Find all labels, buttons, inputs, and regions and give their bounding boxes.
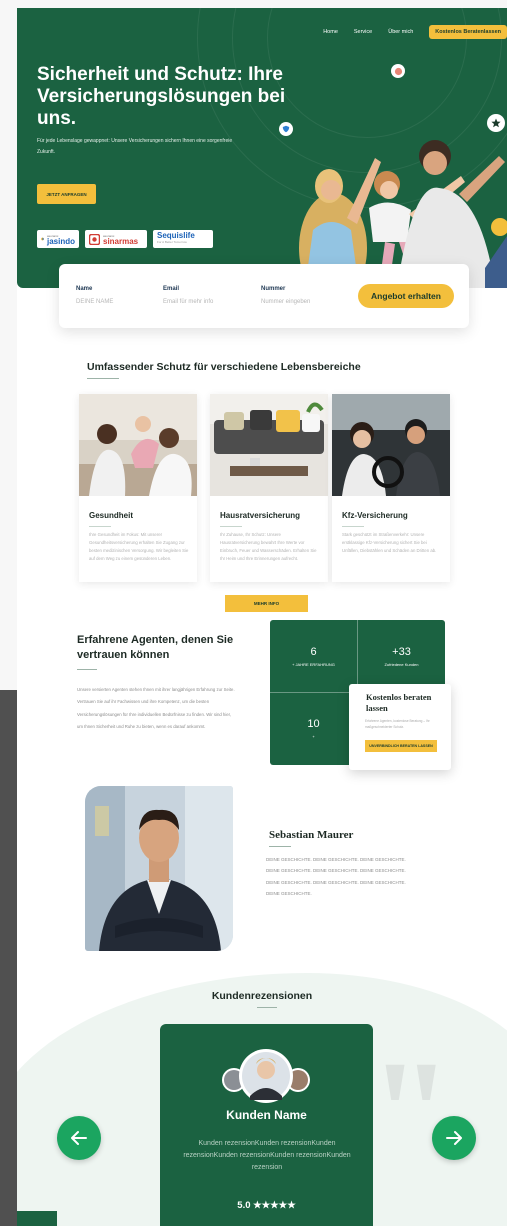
sinarmas-logo: asuransi sinarmas bbox=[85, 230, 147, 248]
hero-section: Home Service Über mich Kostenlos Beraten… bbox=[17, 8, 507, 288]
jasindo-mark-icon bbox=[41, 237, 44, 241]
name-input[interactable]: DEINE NAME bbox=[76, 299, 113, 305]
get-offer-button[interactable]: Angebot erhalten bbox=[358, 284, 454, 308]
name-underline bbox=[269, 846, 291, 847]
partner-logos: asuransi jasindo asuransi sinarmas Sequisl… bbox=[37, 230, 213, 248]
stat-experience: 6 + JAHRE ERFAHRUNG bbox=[270, 646, 357, 667]
nav-about[interactable]: Über mich bbox=[388, 29, 413, 35]
card-title: Hausratversicherung bbox=[220, 511, 301, 520]
agents-text: Unsere versierten Agenten stehen Ihnen m… bbox=[77, 687, 235, 729]
sequislife-logo: Sequislife For A Better Tomorrow bbox=[153, 230, 213, 248]
email-input[interactable]: Email für mehr info bbox=[163, 299, 213, 305]
number-field[interactable]: Nummer Nummer eingeben bbox=[261, 286, 310, 305]
title-underline bbox=[257, 1007, 277, 1008]
agent-portrait bbox=[85, 786, 233, 951]
card-text: Stark geschützt im Straßenverkehr: Unser… bbox=[342, 532, 437, 553]
reviewer-name: Kunden Name bbox=[226, 1108, 307, 1122]
stat-number: 10 bbox=[307, 718, 320, 730]
jasindo-logo: asuransi jasindo bbox=[37, 230, 79, 248]
consult-text: Erfahrene Agenten, kostenlose Beratung –… bbox=[365, 719, 430, 729]
star-badge-icon bbox=[487, 114, 505, 132]
card-title: Gesundheit bbox=[89, 511, 134, 520]
name-field[interactable]: Name DEINE NAME bbox=[76, 286, 113, 305]
stat-third: 10 + bbox=[270, 718, 357, 739]
service-card-health[interactable]: Gesundheit Ihre Gesundheit im Fokus: Mit… bbox=[79, 394, 197, 582]
stat-label: Zufriedene Kunden bbox=[384, 662, 419, 667]
next-review-button[interactable] bbox=[432, 1116, 476, 1160]
shield-icon bbox=[279, 122, 293, 136]
stat-number: +33 bbox=[392, 646, 411, 658]
card-title: Kfz-Versicherung bbox=[342, 511, 408, 520]
name-label: Name bbox=[76, 286, 93, 292]
sinarmas-mark-icon bbox=[89, 233, 100, 245]
stat-label: + bbox=[312, 734, 315, 739]
card-text: Ihr Zuhause, Ihr Schutz: Unsere Hausratv… bbox=[220, 532, 317, 561]
brain-icon bbox=[391, 64, 405, 78]
email-label: Email bbox=[163, 286, 180, 292]
car-photo bbox=[332, 394, 450, 496]
prev-review-button[interactable] bbox=[57, 1116, 101, 1160]
stat-label: + JAHRE ERFAHRUNG bbox=[292, 662, 335, 667]
landing-page: Home Service Über mich Kostenlos Beraten… bbox=[17, 8, 507, 1226]
top-nav: Home Service Über mich Kostenlos Beraten… bbox=[323, 25, 507, 39]
living-room-photo bbox=[210, 394, 328, 496]
health-photo bbox=[79, 394, 197, 496]
quote-form: Name DEINE NAME Email Email für mehr inf… bbox=[59, 264, 469, 328]
card-text: Ihre Gesundheit im Fokus: Mit unserer Ge… bbox=[89, 532, 189, 561]
card-divider bbox=[342, 526, 364, 527]
nav-cta-button[interactable]: Kostenlos Beratenlassen bbox=[429, 25, 507, 39]
agent-story: DEINE GESCHICHTE. DEINE GESCHICHTE. DEIN… bbox=[266, 857, 406, 896]
service-card-household[interactable]: Hausratversicherung Ihr Zuhause, Ihr Sch… bbox=[210, 394, 328, 582]
service-card-car[interactable]: Kfz-Versicherung Stark geschützt im Stra… bbox=[332, 394, 450, 582]
reviews-title: Kundenrezensionen bbox=[211, 990, 313, 1002]
agent-name: Sebastian Maurer bbox=[269, 829, 354, 841]
hero-subtitle: Für jede Lebenslage gewappnet: Unsere Ve… bbox=[37, 138, 233, 155]
review-card: Kunden Name Kunden rezensionKunden rezen… bbox=[160, 1024, 373, 1226]
email-field[interactable]: Email Email für mehr info bbox=[163, 286, 213, 305]
number-input[interactable]: Nummer eingeben bbox=[261, 299, 310, 305]
arrow-left-icon bbox=[71, 1131, 87, 1145]
consult-card: Kostenlos beraten lassen Erfahrene Agent… bbox=[349, 684, 451, 770]
decor-dot bbox=[491, 218, 507, 236]
nav-home[interactable]: Home bbox=[323, 29, 338, 35]
nav-service[interactable]: Service bbox=[354, 29, 372, 35]
stat-number: 6 bbox=[310, 646, 317, 658]
review-rating: 5.0 ★★★★★ bbox=[237, 1200, 296, 1211]
number-label: Nummer bbox=[261, 286, 286, 292]
hero-title: Sicherheit und Schutz: Ihre Versicherung… bbox=[37, 64, 286, 129]
consult-title: Kostenlos beraten lassen bbox=[366, 692, 432, 713]
consult-button[interactable]: UNVERBINDLICH BERATEN LASSEN bbox=[365, 740, 437, 752]
request-button[interactable]: JETZT ANFRAGEN bbox=[37, 184, 96, 204]
footer-band bbox=[17, 1211, 57, 1226]
services-title: Umfassender Schutz für verschiedene Lebe… bbox=[87, 361, 361, 373]
reviewer-avatars bbox=[222, 1049, 310, 1103]
card-divider bbox=[220, 526, 242, 527]
title-underline bbox=[77, 669, 97, 670]
title-underline bbox=[87, 378, 119, 379]
stat-customers: +33 Zufriedene Kunden bbox=[358, 646, 445, 667]
agents-title: Erfahrene Agenten, denen Sie vertrauen k… bbox=[77, 634, 234, 661]
card-divider bbox=[89, 526, 111, 527]
family-photo bbox=[299, 140, 507, 288]
review-text: Kunden rezensionKunden rezensionKunden r… bbox=[183, 1140, 351, 1171]
arrow-right-icon bbox=[446, 1131, 462, 1145]
quote-mark-icon: " bbox=[369, 1030, 453, 1196]
more-info-button[interactable]: MEHR INFO bbox=[225, 595, 308, 612]
